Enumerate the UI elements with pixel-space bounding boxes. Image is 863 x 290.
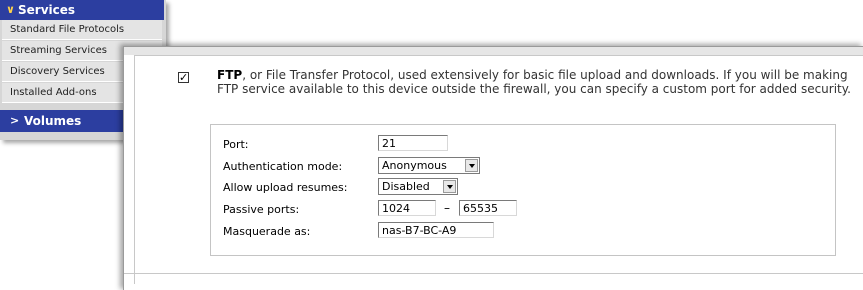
ftp-description-text: , or File Transfer Protocol, used extens… <box>217 68 851 96</box>
allow-upload-resumes-label: Allow upload resumes: <box>223 181 348 194</box>
window-top-strip <box>124 47 863 55</box>
chevron-down-icon: ∨ <box>6 3 15 16</box>
authentication-mode-select[interactable]: Anonymous <box>378 157 480 174</box>
nav-header-label: Services <box>18 3 76 17</box>
passive-ports-label: Passive ports: <box>223 203 300 216</box>
nav-volumes-label: Volumes <box>24 114 82 128</box>
authentication-mode-value: Anonymous <box>382 159 447 172</box>
window-divider <box>124 273 863 274</box>
masquerade-as-input[interactable]: nas-B7-BC-A9 <box>378 222 494 238</box>
dropdown-arrow-icon[interactable] <box>465 159 478 172</box>
ftp-settings-box: Port: 21 Authentication mode: Anonymous … <box>210 124 836 256</box>
nav-item-standard-file-protocols[interactable]: Standard File Protocols <box>2 20 162 40</box>
allow-upload-resumes-value: Disabled <box>382 180 430 193</box>
port-input[interactable]: 21 <box>378 135 448 151</box>
dropdown-arrow-icon[interactable] <box>443 180 456 193</box>
authentication-mode-label: Authentication mode: <box>223 160 343 173</box>
screen: ∨ Services Standard File Protocols Strea… <box>0 0 863 290</box>
nav-header-services[interactable]: ∨ Services <box>0 0 164 20</box>
passive-port-from-input[interactable]: 1024 <box>378 200 436 216</box>
allow-upload-resumes-select[interactable]: Disabled <box>378 178 458 195</box>
port-label: Port: <box>223 138 249 151</box>
ftp-title: FTP <box>217 68 243 82</box>
masquerade-as-label: Masquerade as: <box>223 225 311 238</box>
passive-ports-separator: – <box>444 201 450 215</box>
ftp-settings-window: ✓ FTP, or File Transfer Protocol, used e… <box>123 46 863 290</box>
chevron-right-icon: > <box>10 114 20 127</box>
ftp-settings-body: ✓ FTP, or File Transfer Protocol, used e… <box>134 55 863 284</box>
ftp-enable-checkbox[interactable]: ✓ <box>178 72 189 83</box>
ftp-description: FTP, or File Transfer Protocol, used ext… <box>217 68 857 96</box>
passive-port-to-input[interactable]: 65535 <box>459 200 517 216</box>
